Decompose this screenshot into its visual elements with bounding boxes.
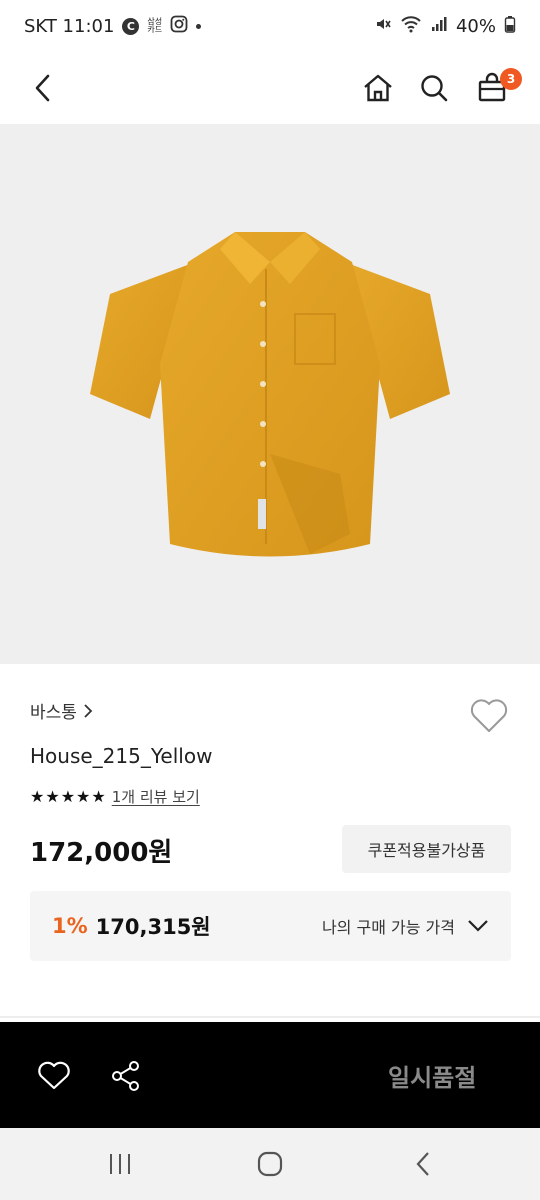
- soldout-button[interactable]: 일시품절: [388, 1058, 476, 1093]
- star-icon: ★: [60, 786, 76, 806]
- my-price: 170,315원: [95, 915, 211, 939]
- coupon-button[interactable]: 쿠폰적용불가상품: [342, 825, 511, 873]
- cart-button[interactable]: 3: [468, 64, 522, 112]
- heart-icon: [470, 699, 508, 732]
- home-circle-icon: [257, 1151, 283, 1177]
- chevron-left-icon: [416, 1152, 429, 1176]
- top-nav: 3: [0, 52, 540, 124]
- status-right: 40%: [374, 15, 516, 38]
- product-image[interactable]: [0, 124, 540, 664]
- discount-rate: 1%: [52, 914, 88, 938]
- battery-percent: 40%: [455, 15, 496, 37]
- bottom-wishlist-button[interactable]: [30, 1052, 78, 1100]
- recents-icon: [110, 1154, 130, 1174]
- search-button[interactable]: [410, 64, 458, 112]
- samsung-card-icon: 삼성 카드: [147, 18, 162, 34]
- home-button[interactable]: [354, 64, 402, 112]
- android-nav-bar: [0, 1128, 540, 1200]
- bottom-action-bar: 일시품절: [0, 1022, 540, 1128]
- share-icon: [112, 1061, 139, 1091]
- divider: [0, 1016, 540, 1018]
- signal-icon: [430, 15, 448, 38]
- brand-link[interactable]: 바스통: [30, 698, 93, 723]
- wifi-icon: [400, 15, 422, 38]
- heart-icon: [38, 1061, 70, 1090]
- chevron-right-icon: [84, 703, 93, 718]
- chevron-left-icon: [35, 74, 50, 102]
- my-price-label: 나의 구매 가능 가격: [321, 918, 455, 937]
- search-icon: [421, 75, 448, 102]
- c-app-icon: C: [122, 17, 140, 35]
- brand-name: 바스통: [30, 703, 77, 723]
- chevron-down-icon: [468, 920, 488, 932]
- instagram-icon: [170, 15, 188, 38]
- cart-count-badge: 3: [500, 68, 522, 90]
- my-price-toggle[interactable]: 1% 170,315원 나의 구매 가능 가격: [30, 891, 511, 961]
- notification-dot-icon: [196, 23, 202, 29]
- star-rating: ★ ★ ★ ★ ★: [30, 786, 106, 806]
- product-name: House_215_Yellow: [30, 744, 213, 768]
- android-back-button[interactable]: [400, 1142, 448, 1186]
- star-icon: ★: [30, 786, 45, 806]
- rating-row: ★ ★ ★ ★ ★ 1개 리뷰 보기: [30, 786, 200, 807]
- home-icon: [364, 74, 392, 102]
- yellow-shirt-image: [90, 232, 450, 557]
- share-button[interactable]: [102, 1052, 150, 1100]
- status-bar: SKT 11:01 C 삼성 카드 40%: [0, 0, 540, 52]
- carrier-time: SKT 11:01: [24, 15, 115, 37]
- mute-icon: [374, 15, 392, 38]
- review-link[interactable]: 1개 리뷰 보기: [112, 786, 200, 807]
- recents-button[interactable]: [96, 1142, 144, 1186]
- star-icon: ★: [76, 786, 91, 806]
- status-left: SKT 11:01 C 삼성 카드: [24, 15, 202, 38]
- star-icon: ★: [45, 786, 60, 806]
- samsung-card-line2: 카드: [147, 25, 163, 34]
- android-home-button[interactable]: [246, 1142, 294, 1186]
- wishlist-button[interactable]: [466, 694, 512, 738]
- product-price: 172,000원: [30, 838, 173, 868]
- back-button[interactable]: [20, 64, 68, 112]
- battery-icon: [504, 15, 516, 38]
- star-icon: ★: [91, 786, 106, 806]
